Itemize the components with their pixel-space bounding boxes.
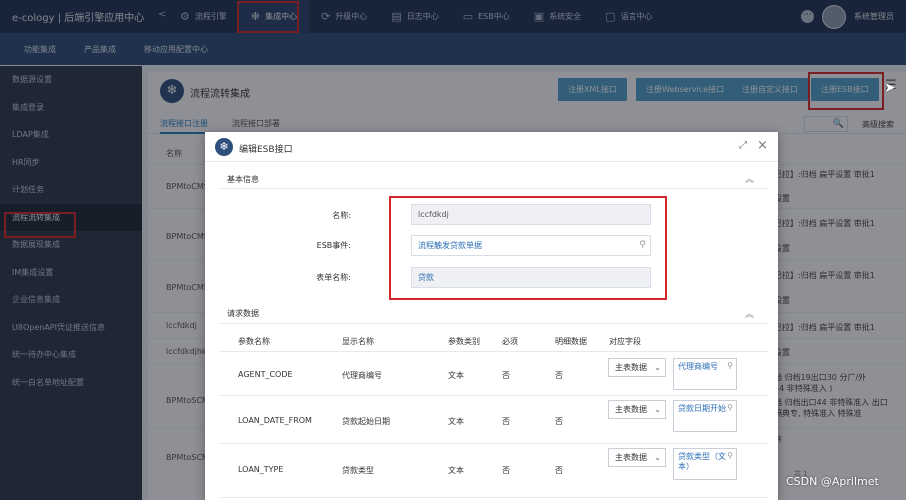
param-type: 文本	[448, 371, 464, 380]
watermark: CSDN @Aprilmet	[786, 475, 879, 488]
th-param-type: 参数类别	[448, 337, 480, 346]
required-value: 否	[502, 417, 510, 426]
edit-esb-dialog: ❄ 编辑ESB接口 ⤢ × 基本信息 ︽ 名称: lccfdkdj ESB事件:…	[205, 132, 778, 500]
th-mapped-field: 对应字段	[609, 337, 641, 346]
search-icon[interactable]: ⚲	[727, 361, 733, 371]
search-icon[interactable]: ⚲	[727, 403, 733, 413]
section-request-data: 请求数据	[227, 309, 259, 318]
section-divider	[219, 188, 768, 189]
th-required: 必须	[502, 337, 518, 346]
table-row: LOAN_TYPE 贷款类型 文本 否 否 主表数据 ⌄ 贷款类型（文本） ⚲	[219, 444, 768, 498]
source-select[interactable]: 主表数据 ⌄	[608, 400, 666, 419]
section-divider	[219, 323, 768, 324]
name-label: 名称:	[332, 211, 351, 220]
source-select[interactable]: 主表数据 ⌄	[608, 448, 666, 467]
search-icon[interactable]: ⚲	[727, 451, 733, 461]
mouse-cursor-icon: ➤	[884, 80, 896, 96]
param-name: LOAN_TYPE	[238, 465, 284, 474]
th-param-name: 参数名称	[238, 337, 270, 346]
source-select[interactable]: 主表数据 ⌄	[608, 358, 666, 377]
mapped-field-input[interactable]: 贷款类型（文本） ⚲	[673, 448, 737, 480]
required-value: 否	[502, 371, 510, 380]
section-basic-info: 基本信息	[227, 175, 259, 184]
table-row: LOAN_DATE_FROM 贷款起始日期 文本 否 否 主表数据 ⌄ 贷款日期…	[219, 396, 768, 444]
mapped-field-input[interactable]: 代理商编号 ⚲	[673, 358, 737, 390]
dialog-header: ❄ 编辑ESB接口 ⤢ ×	[205, 132, 778, 162]
esb-logo-icon: ❄	[215, 138, 233, 156]
table-row: AGENT_CODE 代理商编号 文本 否 否 主表数据 ⌄ 代理商编号 ⚲	[219, 352, 768, 396]
chevron-down-icon: ⌄	[654, 363, 661, 372]
mapped-field-input[interactable]: 贷款日期开始 ⚲	[673, 400, 737, 432]
param-type: 文本	[448, 417, 464, 426]
chevron-down-icon: ⌄	[654, 453, 661, 462]
chevron-down-icon: ⌄	[654, 405, 661, 414]
th-detail-data: 明细数据	[555, 337, 587, 346]
param-type: 文本	[448, 466, 464, 475]
collapse-request-icon[interactable]: ︽	[745, 307, 754, 320]
required-value: 否	[502, 466, 510, 475]
annotation-basic-fields	[389, 196, 667, 300]
dialog-title: 编辑ESB接口	[239, 145, 293, 155]
collapse-basic-icon[interactable]: ︽	[745, 172, 754, 185]
detail-value: 否	[555, 417, 563, 426]
request-table-header: 参数名称 显示名称 参数类别 必须 明细数据 对应字段	[219, 330, 768, 352]
detail-value: 否	[555, 371, 563, 380]
maximize-icon[interactable]: ⤢	[739, 140, 747, 151]
th-display-name: 显示名称	[342, 337, 374, 346]
param-name: LOAN_DATE_FROM	[238, 416, 312, 425]
detail-value: 否	[555, 466, 563, 475]
display-name: 贷款类型	[342, 466, 374, 475]
display-name: 贷款起始日期	[342, 417, 390, 426]
param-name: AGENT_CODE	[238, 370, 293, 379]
display-name: 代理商编号	[342, 371, 382, 380]
esb-event-label: ESB事件:	[316, 241, 351, 250]
form-name-label: 表单名称:	[316, 273, 351, 282]
close-icon[interactable]: ×	[757, 138, 768, 153]
